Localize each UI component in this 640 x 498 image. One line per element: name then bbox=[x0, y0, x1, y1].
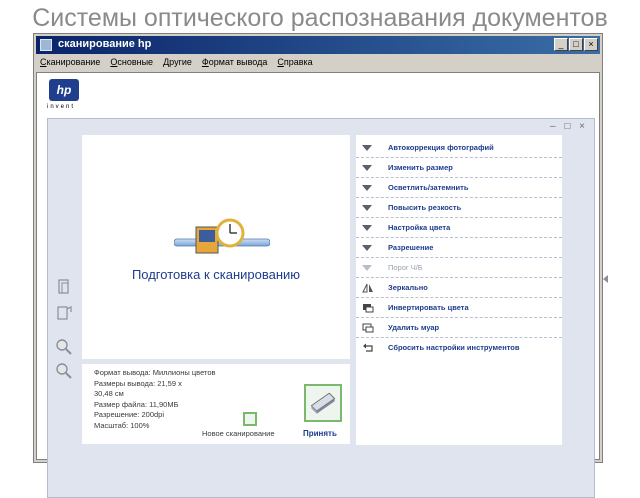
invert-icon bbox=[363, 304, 374, 313]
tool-descreen[interactable]: Удалить муар bbox=[356, 319, 562, 338]
triangle-down-icon bbox=[362, 143, 374, 153]
triangle-down-icon bbox=[362, 263, 374, 273]
preview-caption: Подготовка к сканированию bbox=[131, 267, 301, 282]
accept-scanner-icon[interactable] bbox=[304, 384, 342, 422]
new-scan-button[interactable]: Новое сканирование bbox=[202, 429, 275, 438]
triangle-down-icon bbox=[362, 203, 374, 213]
tool-label: Сбросить настройки инструментов bbox=[388, 343, 520, 352]
tools-list: Автокоррекция фотографий Изменить размер… bbox=[356, 135, 562, 445]
reset-icon bbox=[363, 343, 373, 352]
tool-mirror[interactable]: Зеркально bbox=[356, 279, 562, 298]
menu-help[interactable]: Справка bbox=[277, 57, 312, 67]
tool-label: Автокоррекция фотографий bbox=[388, 143, 494, 152]
content-area: hp invent ‒ □ × Подготовка к сканировани… bbox=[36, 72, 608, 498]
tool-reset-settings[interactable]: Сбросить настройки инструментов bbox=[356, 339, 562, 358]
accept-button[interactable]: Принять bbox=[303, 429, 337, 438]
scan-info: Формат вывода: Миллионы цветов Размеры в… bbox=[82, 364, 350, 444]
scanning-progress-icon bbox=[174, 218, 270, 254]
triangle-down-icon bbox=[362, 223, 374, 233]
tool-label: Порог Ч/Б bbox=[388, 263, 423, 272]
tool-label: Осветлить/затемнить bbox=[388, 183, 469, 192]
tool-auto-correct-photos[interactable]: Автокоррекция фотографий bbox=[356, 139, 562, 158]
tool-label: Зеркально bbox=[388, 283, 428, 292]
panel-window-controls[interactable]: ‒ □ × bbox=[550, 121, 588, 132]
info-output-format: Формат вывода: Миллионы цветов bbox=[94, 368, 216, 377]
preview-area: Подготовка к сканированию bbox=[82, 135, 350, 359]
triangle-down-icon bbox=[362, 163, 374, 173]
info-output-size: Размеры вывода: 21,59 х bbox=[94, 378, 182, 388]
zoom-out-icon[interactable] bbox=[54, 361, 74, 381]
rotate-left-icon[interactable] bbox=[54, 277, 74, 297]
collapse-arrow-icon[interactable] bbox=[603, 275, 608, 283]
scan-panel: ‒ □ × Подготовка к сканированию Формат в… bbox=[47, 118, 608, 498]
info-output-size-cont: 30,48 см bbox=[94, 389, 124, 398]
hp-tagline: invent bbox=[47, 104, 76, 110]
info-resolution: Разрешение: 200dpi bbox=[94, 410, 165, 419]
tool-bw-threshold: Порог Ч/Б bbox=[356, 259, 562, 278]
rotate-right-icon[interactable] bbox=[54, 303, 74, 323]
tool-label: Настройка цвета bbox=[388, 223, 451, 232]
minimize-button[interactable]: _ bbox=[554, 38, 568, 51]
window-title: сканирование hp bbox=[58, 38, 152, 50]
tool-label: Изменить размер bbox=[388, 163, 453, 172]
tool-invert-colors[interactable]: Инвертировать цвета bbox=[356, 299, 562, 318]
tool-lighten-darken[interactable]: Осветлить/затемнить bbox=[356, 179, 562, 198]
title-bar[interactable]: сканирование hp _ □ × bbox=[36, 36, 600, 54]
menu-bar: Сканирование Основные Другие Формат выво… bbox=[36, 54, 600, 70]
tool-color-adjust[interactable]: Настройка цвета bbox=[356, 219, 562, 238]
scan-settings-summary: Формат вывода: Миллионы цветов Размеры в… bbox=[94, 368, 216, 431]
slide-title: Системы оптического распознавания докуме… bbox=[32, 4, 608, 32]
scan-window: сканирование hp _ □ × Сканирование Основ… bbox=[33, 33, 608, 498]
tool-label: Удалить муар bbox=[388, 323, 440, 332]
info-scale: Масштаб: 100% bbox=[94, 420, 150, 430]
close-button[interactable]: × bbox=[584, 38, 598, 51]
new-scan-icon[interactable] bbox=[243, 412, 257, 426]
info-file-size: Размер файла: 11,90МБ bbox=[94, 399, 179, 409]
menu-scan[interactable]: Сканирование bbox=[40, 57, 100, 67]
menu-other[interactable]: Другие bbox=[163, 57, 192, 67]
app-icon bbox=[40, 39, 52, 51]
tool-resize[interactable]: Изменить размер bbox=[356, 159, 562, 178]
tool-label: Повысить резкость bbox=[388, 203, 462, 212]
menu-basic[interactable]: Основные bbox=[110, 57, 153, 67]
tool-label: Разрешение bbox=[388, 243, 434, 252]
tool-resolution[interactable]: Разрешение bbox=[356, 239, 562, 258]
hp-logo: hp bbox=[49, 79, 79, 101]
tool-label: Инвертировать цвета bbox=[388, 303, 469, 312]
zoom-in-icon[interactable] bbox=[54, 337, 74, 357]
tool-sharpen[interactable]: Повысить резкость bbox=[356, 199, 562, 218]
triangle-down-icon bbox=[362, 243, 374, 253]
menu-output-format[interactable]: Формат вывода bbox=[202, 57, 267, 67]
maximize-button[interactable]: □ bbox=[569, 38, 583, 51]
descreen-icon bbox=[362, 323, 374, 333]
triangle-down-icon bbox=[362, 183, 374, 193]
mirror-icon bbox=[362, 283, 373, 293]
